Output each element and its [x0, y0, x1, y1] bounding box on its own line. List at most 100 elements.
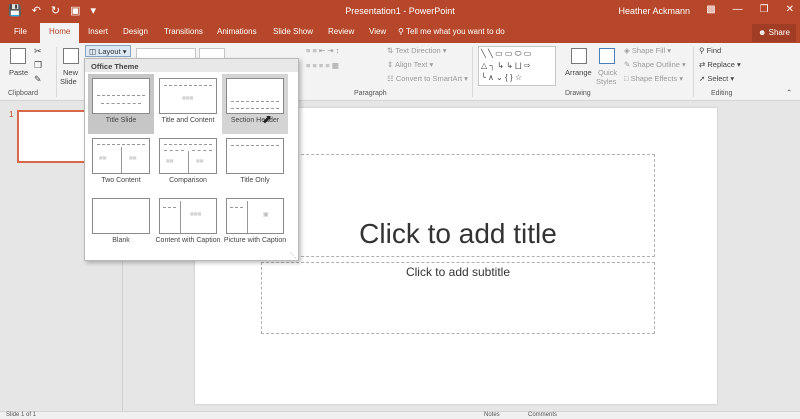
divider-line [121, 147, 122, 173]
drawing-group-label: Drawing [565, 90, 591, 97]
content-icons: ▦▦ [196, 158, 204, 163]
quick-styles-button-line2[interactable]: Styles [596, 77, 616, 86]
tab-slide-show[interactable]: Slide Show [273, 27, 313, 36]
layout-title-and-content[interactable]: ▦▦▦ Title and Content [155, 74, 221, 134]
tab-file[interactable]: File [14, 27, 27, 36]
shape-fill-button[interactable]: ◈ Shape Fill ▾ [624, 46, 671, 55]
tab-animations[interactable]: Animations [217, 27, 257, 36]
layout-button[interactable]: ◫ Layout ▾ [85, 45, 131, 57]
layout-gallery: Office Theme Title Slide ▦▦▦ Title and C… [84, 58, 299, 261]
align-icons[interactable]: ≡ ≡ ≡ ≡ ▦ [306, 61, 339, 70]
gallery-header: Office Theme [85, 59, 298, 72]
layout-title-only[interactable]: Title Only [222, 134, 288, 194]
search-icon: ⚲ [699, 46, 707, 55]
bullets-icon[interactable]: ≡ ≡ ⇤ ⇥ ↕ [306, 46, 339, 55]
title-line [164, 85, 212, 86]
new-slide-button-line2[interactable]: Slide [60, 77, 77, 86]
title-line [97, 95, 145, 96]
ribbon-display-icon[interactable]: ▩ [706, 4, 715, 15]
effects-icon: □ [624, 74, 631, 83]
quick-styles-icon [599, 48, 615, 64]
shapes-row[interactable]: ╲ ╲ ▭ ▭ ⬭ ▭ [481, 48, 553, 60]
shapes-gallery[interactable]: ╲ ╲ ▭ ▭ ⬭ ▭ △ ┐ ↳ ↳ ⨆ ⇨ ╰ ∧ ⌄ { } ☆ [478, 46, 556, 86]
layout-thumbnail [226, 78, 284, 114]
user-name[interactable]: Heather Ackmann [618, 6, 690, 16]
tab-design[interactable]: Design [123, 27, 148, 36]
close-icon[interactable]: ✕ [786, 4, 794, 15]
caption-title-line [163, 207, 176, 208]
clipboard-group-label: Clipboard [8, 90, 38, 97]
tell-me-box[interactable]: ⚲ Tell me what you want to do [398, 27, 505, 36]
layout-picture-with-caption[interactable]: ▣ Picture with Caption [222, 194, 288, 254]
copy-icon[interactable]: ❐ [34, 60, 42, 71]
tab-view[interactable]: View [369, 27, 386, 36]
minimize-icon[interactable]: — [733, 4, 743, 15]
restore-icon[interactable]: ❐ [760, 4, 769, 15]
layout-section-header[interactable]: Section Header [222, 74, 288, 134]
heading-line [164, 150, 184, 151]
layout-icon: ◫ [89, 47, 99, 56]
align-text-button[interactable]: ⇕ Align Text ▾ [387, 60, 433, 69]
content-icons: ▦▦▦ [182, 95, 194, 100]
arrange-button[interactable]: Arrange [565, 68, 592, 77]
layout-thumbnail: ▣ [226, 198, 284, 234]
title-bar: 💾 ↶ ↻ ▣ ▾ Presentation1 - PowerPoint Hea… [0, 0, 800, 23]
smartart-icon: ☷ [387, 74, 396, 83]
subtitle-placeholder[interactable]: Click to add subtitle [261, 262, 655, 334]
mouse-cursor-icon: ⬈ [262, 112, 273, 126]
editing-group-label: Editing [711, 90, 733, 97]
title-placeholder[interactable]: Click to add title [261, 154, 655, 257]
separator [693, 47, 694, 97]
layout-thumbnail: ▦▦▦ [159, 198, 217, 234]
paragraph-group-label: Paragraph [354, 90, 387, 97]
subtitle-line [231, 108, 279, 109]
paste-button[interactable]: Paste [9, 68, 28, 77]
find-button[interactable]: ⚲ Find [699, 46, 721, 55]
paste-icon [10, 48, 26, 64]
notes-button[interactable]: Notes [484, 412, 500, 418]
tab-review[interactable]: Review [328, 27, 354, 36]
layout-thumbnail [226, 138, 284, 174]
shape-outline-button[interactable]: ✎ Shape Outline ▾ [624, 60, 686, 69]
shape-effects-button[interactable]: □ Shape Effects ▾ [624, 74, 683, 83]
chevron-down-icon: ▾ [120, 47, 127, 56]
tab-transitions[interactable]: Transitions [164, 27, 203, 36]
slide-thumbnail[interactable] [17, 110, 88, 163]
comments-button[interactable]: Comments [528, 412, 557, 418]
layout-blank[interactable]: Blank [88, 194, 154, 254]
subtitle-line [101, 103, 141, 104]
layout-caption: Two Content [101, 177, 141, 184]
title-line [231, 101, 279, 102]
cut-icon[interactable]: ✂ [34, 46, 42, 57]
content-icons: ▦▦ [166, 158, 174, 163]
ribbon-tabs: File Home Insert Design Transitions Anim… [0, 23, 800, 43]
status-bar: Slide 1 of 1 Notes Comments [0, 411, 800, 419]
quick-styles-button[interactable]: Quick [598, 68, 617, 77]
format-painter-icon[interactable]: ✎ [34, 74, 42, 85]
content-icons: ▦▦▦ [190, 211, 202, 216]
paint-bucket-icon: ◈ [624, 46, 632, 55]
convert-smartart-button[interactable]: ☷ Convert to SmartArt ▾ [387, 74, 468, 83]
slide-number: 1 [9, 110, 14, 119]
text-direction-button[interactable]: ⇅ Text Direction ▾ [387, 46, 447, 55]
share-button[interactable]: ☻ Share [752, 24, 796, 42]
replace-button[interactable]: ⇄ Replace ▾ [699, 60, 741, 69]
collapse-ribbon-icon[interactable]: ⌃ [786, 88, 792, 97]
resize-grip-icon[interactable]: ⋱ [290, 252, 296, 259]
layout-content-with-caption[interactable]: ▦▦▦ Content with Caption [155, 194, 221, 254]
separator [56, 47, 57, 97]
select-button[interactable]: ➚ Select ▾ [699, 74, 734, 83]
layout-comparison[interactable]: ▦▦ ▦▦ Comparison [155, 134, 221, 194]
layout-caption: Title Slide [105, 117, 137, 124]
shapes-row[interactable]: △ ┐ ↳ ↳ ⨆ ⇨ [481, 60, 553, 72]
tab-insert[interactable]: Insert [88, 27, 108, 36]
picture-icon: ▣ [263, 212, 269, 218]
tab-home[interactable]: Home [40, 23, 80, 43]
layout-title-slide[interactable]: Title Slide [88, 74, 154, 134]
content-icons: ▦▦ [99, 155, 107, 160]
heading-line [192, 150, 212, 151]
title-line [231, 145, 279, 146]
layout-two-content[interactable]: ▦▦ ▦▦ Two Content [88, 134, 154, 194]
shapes-row[interactable]: ╰ ∧ ⌄ { } ☆ [481, 72, 553, 84]
new-slide-button[interactable]: New [63, 68, 78, 77]
